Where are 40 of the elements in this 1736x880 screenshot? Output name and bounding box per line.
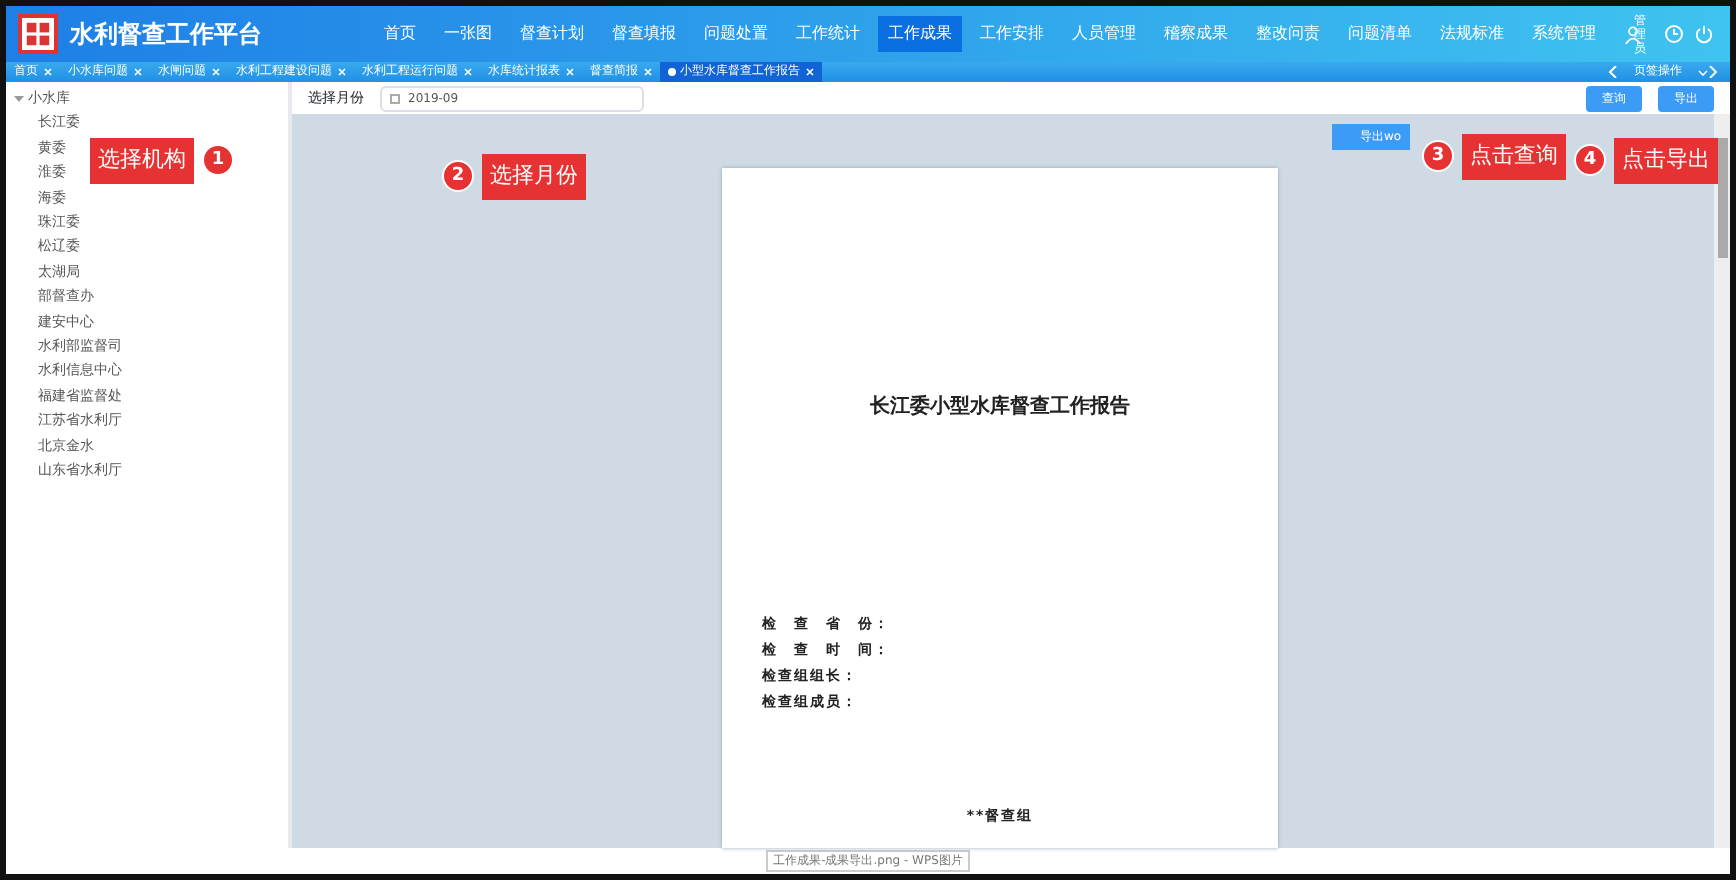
close-icon[interactable] bbox=[566, 68, 574, 76]
callout-label: 选择月份 bbox=[482, 154, 586, 199]
nav-item[interactable]: 整改问责 bbox=[1246, 16, 1330, 52]
nav-item[interactable]: 法规标准 bbox=[1430, 16, 1514, 52]
close-icon[interactable] bbox=[806, 68, 814, 76]
nav-item[interactable]: 问题清单 bbox=[1338, 16, 1422, 52]
close-icon[interactable] bbox=[464, 68, 472, 76]
scrollbar[interactable] bbox=[1714, 114, 1730, 848]
nav-item[interactable]: 督查填报 bbox=[602, 16, 686, 52]
report-title: 长江委小型水库督查工作报告 bbox=[868, 392, 1132, 422]
logo-icon bbox=[18, 14, 58, 54]
nav-item[interactable]: 人员管理 bbox=[1062, 16, 1146, 52]
app-title: 水利督查工作平台 bbox=[70, 18, 262, 52]
nav-item[interactable]: 一张图 bbox=[434, 16, 502, 52]
clock-icon[interactable] bbox=[1664, 24, 1684, 44]
caret-icon[interactable] bbox=[1698, 69, 1708, 75]
nav-item[interactable]: 工作安排 bbox=[970, 16, 1054, 52]
close-icon[interactable] bbox=[212, 68, 220, 76]
calendar-icon bbox=[390, 93, 400, 103]
step-number-badge: 1 bbox=[202, 144, 234, 177]
nav-item[interactable]: 工作成果 bbox=[878, 16, 962, 52]
user-icon[interactable] bbox=[1624, 25, 1642, 43]
next-icon[interactable] bbox=[1708, 66, 1718, 78]
nav-item[interactable]: 工作统计 bbox=[786, 16, 870, 52]
close-icon[interactable] bbox=[44, 68, 52, 76]
close-icon[interactable] bbox=[134, 68, 142, 76]
callout-label: 点击查询 bbox=[1462, 134, 1566, 179]
callout-label: 选择机构 bbox=[90, 138, 194, 183]
nav-item[interactable]: 问题处置 bbox=[694, 16, 778, 52]
nav-item[interactable]: 督查计划 bbox=[510, 16, 594, 52]
close-icon[interactable] bbox=[338, 68, 346, 76]
nav-item[interactable]: 稽察成果 bbox=[1154, 16, 1238, 52]
power-icon[interactable] bbox=[1694, 24, 1714, 44]
close-icon[interactable] bbox=[644, 68, 652, 76]
active-dot-icon[interactable] bbox=[668, 68, 676, 76]
callout-label: 点击导出 bbox=[1614, 138, 1718, 183]
nav-item[interactable]: 系统管理 bbox=[1522, 16, 1606, 52]
caret-down-icon[interactable] bbox=[14, 93, 24, 104]
prev-icon[interactable] bbox=[1608, 66, 1618, 78]
nav-item[interactable]: 首页 bbox=[374, 16, 426, 52]
